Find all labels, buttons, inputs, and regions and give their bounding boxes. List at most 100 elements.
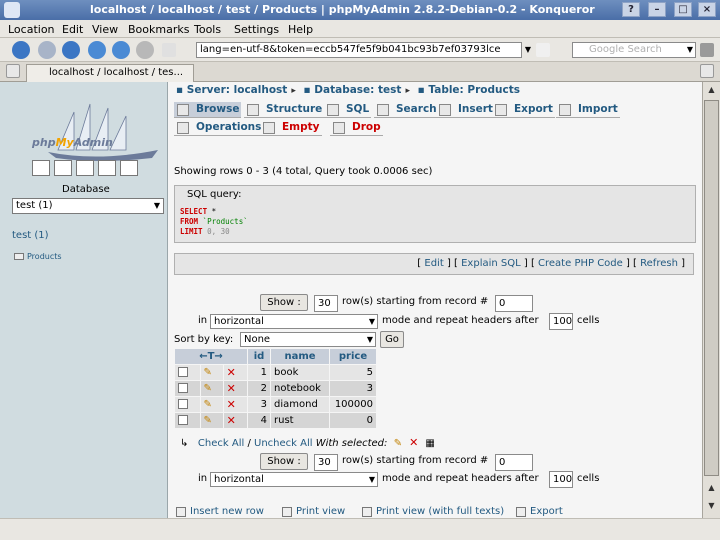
tab-operations[interactable]: Operations: [174, 120, 264, 136]
column-header-name[interactable]: name: [271, 349, 329, 364]
go-icon[interactable]: [536, 43, 550, 57]
check-all-link[interactable]: Check All: [198, 438, 244, 449]
breadcrumb-server[interactable]: Server: localhost: [187, 84, 288, 96]
database-select[interactable]: test (1) ▼: [12, 198, 164, 214]
rows-input-bottom[interactable]: 30: [314, 454, 338, 471]
delete-cell: ✕: [223, 365, 247, 380]
database-link[interactable]: test (1): [12, 230, 49, 241]
address-input[interactable]: lang=en-utf-8&token=eccb547fe5f9b041bc93…: [196, 42, 522, 58]
start-record-input-bottom[interactable]: 0: [495, 454, 533, 471]
help-button[interactable]: ?: [622, 2, 640, 17]
scroll-up-icon[interactable]: ▲: [704, 480, 719, 496]
docs-icon[interactable]: [98, 160, 116, 176]
tab-sql[interactable]: SQL: [324, 102, 372, 118]
sort-by-key-select[interactable]: None ▼: [240, 332, 376, 347]
column-header-price[interactable]: price: [330, 349, 376, 364]
rows-input[interactable]: 30: [314, 295, 338, 312]
close-tab-icon[interactable]: [700, 64, 714, 78]
minimize-button[interactable]: –: [648, 2, 666, 17]
edit-icon[interactable]: ✎: [204, 399, 212, 410]
browser-tab[interactable]: localhost / localhost / tes...: [26, 64, 194, 82]
delete-cell: ✕: [223, 413, 247, 428]
forward-icon[interactable]: [38, 41, 56, 59]
start-record-input[interactable]: 0: [495, 295, 533, 312]
menu-bookmarks[interactable]: Bookmarks: [128, 23, 189, 36]
delete-icon[interactable]: ✕: [227, 366, 236, 379]
menu-location[interactable]: Location: [8, 23, 55, 36]
sql-icon[interactable]: [76, 160, 94, 176]
delete-selected-icon[interactable]: ✕: [405, 436, 422, 449]
row-checkbox[interactable]: [178, 367, 188, 377]
tab-structure[interactable]: Structure: [244, 102, 325, 118]
row-checkbox[interactable]: [178, 383, 188, 393]
column-arrows-header[interactable]: ←T→: [175, 349, 247, 364]
home-icon[interactable]: [32, 160, 50, 176]
tab-browse[interactable]: Browse: [174, 102, 242, 118]
clear-location-icon[interactable]: [162, 43, 176, 57]
create-php-code-link[interactable]: Create PHP Code: [538, 258, 623, 269]
help-icon[interactable]: [120, 160, 138, 176]
export-link[interactable]: Export: [516, 506, 563, 517]
edit-icon[interactable]: ✎: [204, 383, 212, 394]
row-checkbox[interactable]: [178, 415, 188, 425]
tab-search[interactable]: Search: [374, 102, 439, 118]
menu-settings[interactable]: Settings: [234, 23, 279, 36]
uncheck-all-link[interactable]: Uncheck All: [254, 438, 313, 449]
tab-export[interactable]: Export: [492, 102, 555, 118]
edit-icon[interactable]: ✎: [204, 415, 212, 426]
up-icon[interactable]: [62, 41, 80, 59]
refresh-link[interactable]: Refresh: [640, 258, 678, 269]
insert-new-row-link[interactable]: Insert new row: [176, 506, 264, 517]
scroll-down-icon[interactable]: ▼: [704, 498, 719, 514]
search-input[interactable]: Google Search: [572, 42, 696, 58]
print-view-link[interactable]: Print view: [282, 506, 345, 517]
mode-label: mode and repeat headers after: [382, 315, 539, 326]
maximize-button[interactable]: □: [674, 2, 692, 17]
scrollbar-thumb[interactable]: [704, 100, 719, 476]
close-button[interactable]: ×: [698, 2, 716, 17]
menu-tools[interactable]: Tools: [194, 23, 221, 36]
home-icon[interactable]: [88, 41, 106, 59]
show-button-bottom[interactable]: Show :: [260, 453, 308, 470]
main-content: ▪ Server: localhost ▸ ▪ Database: test ▸ ▪…: [168, 82, 702, 518]
display-mode-select-bottom[interactable]: horizontal ▼: [210, 472, 378, 487]
edit-selected-icon[interactable]: ✎: [391, 438, 406, 449]
search-engine-icon[interactable]: [700, 43, 714, 57]
repeat-headers-input-bottom[interactable]: 100: [549, 471, 573, 488]
edit-link[interactable]: Edit: [424, 258, 443, 269]
chevron-down-icon: ▼: [368, 317, 375, 326]
tab-empty[interactable]: Empty: [260, 120, 322, 136]
row-checkbox[interactable]: [178, 399, 188, 409]
show-button[interactable]: Show :: [260, 294, 308, 311]
breadcrumb-table[interactable]: Table: Products: [428, 84, 520, 96]
tab-insert[interactable]: Insert: [436, 102, 495, 118]
sidebar-item-products[interactable]: Products: [14, 252, 62, 261]
column-header-id[interactable]: id: [248, 349, 270, 364]
menu-help[interactable]: Help: [288, 23, 313, 36]
display-mode-select[interactable]: horizontal ▼: [210, 314, 378, 329]
reload-icon[interactable]: [112, 41, 130, 59]
new-tab-icon[interactable]: [6, 64, 20, 78]
explain-sql-link[interactable]: Explain SQL: [461, 258, 521, 269]
stop-icon[interactable]: [136, 41, 154, 59]
tab-import[interactable]: Import: [556, 102, 620, 118]
export-selected-icon[interactable]: ▦: [422, 438, 434, 449]
scroll-up-icon[interactable]: ▲: [704, 82, 719, 98]
repeat-headers-input[interactable]: 100: [549, 313, 573, 330]
print-view-full-link[interactable]: Print view (with full texts): [362, 506, 504, 517]
breadcrumb-database[interactable]: Database: test: [314, 84, 401, 96]
menu-edit[interactable]: Edit: [62, 23, 83, 36]
query-window-icon[interactable]: [54, 160, 72, 176]
go-button[interactable]: Go: [380, 331, 404, 348]
delete-icon[interactable]: ✕: [227, 382, 236, 395]
edit-icon[interactable]: ✎: [204, 367, 212, 378]
menu-view[interactable]: View: [92, 23, 118, 36]
tab-drop[interactable]: Drop: [330, 120, 383, 136]
phpmyadmin-logo: [48, 103, 158, 161]
back-icon[interactable]: [12, 41, 30, 59]
address-dropdown-icon[interactable]: ▼: [522, 42, 534, 58]
delete-icon[interactable]: ✕: [227, 398, 236, 411]
vertical-scrollbar[interactable]: ▲ ▲ ▼: [702, 82, 720, 518]
delete-icon[interactable]: ✕: [227, 414, 236, 427]
search-dropdown-icon[interactable]: ▼: [684, 42, 696, 58]
